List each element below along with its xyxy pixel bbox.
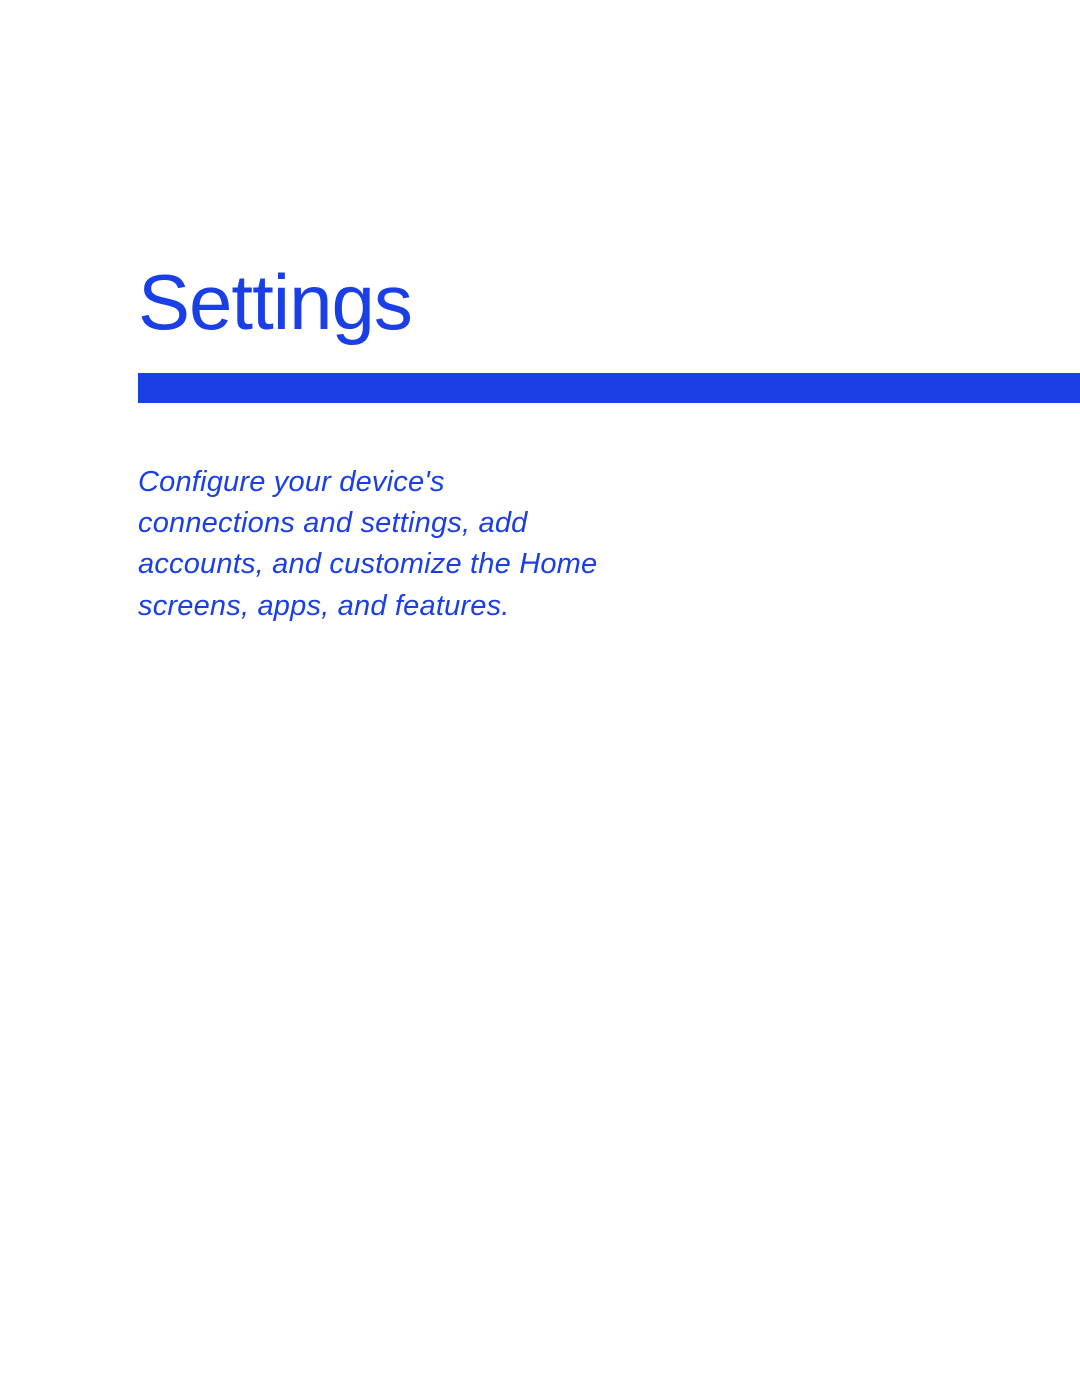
divider-bar [138,373,1080,403]
page-description: Configure your device's connections and … [138,462,598,627]
page-title: Settings [138,257,412,348]
